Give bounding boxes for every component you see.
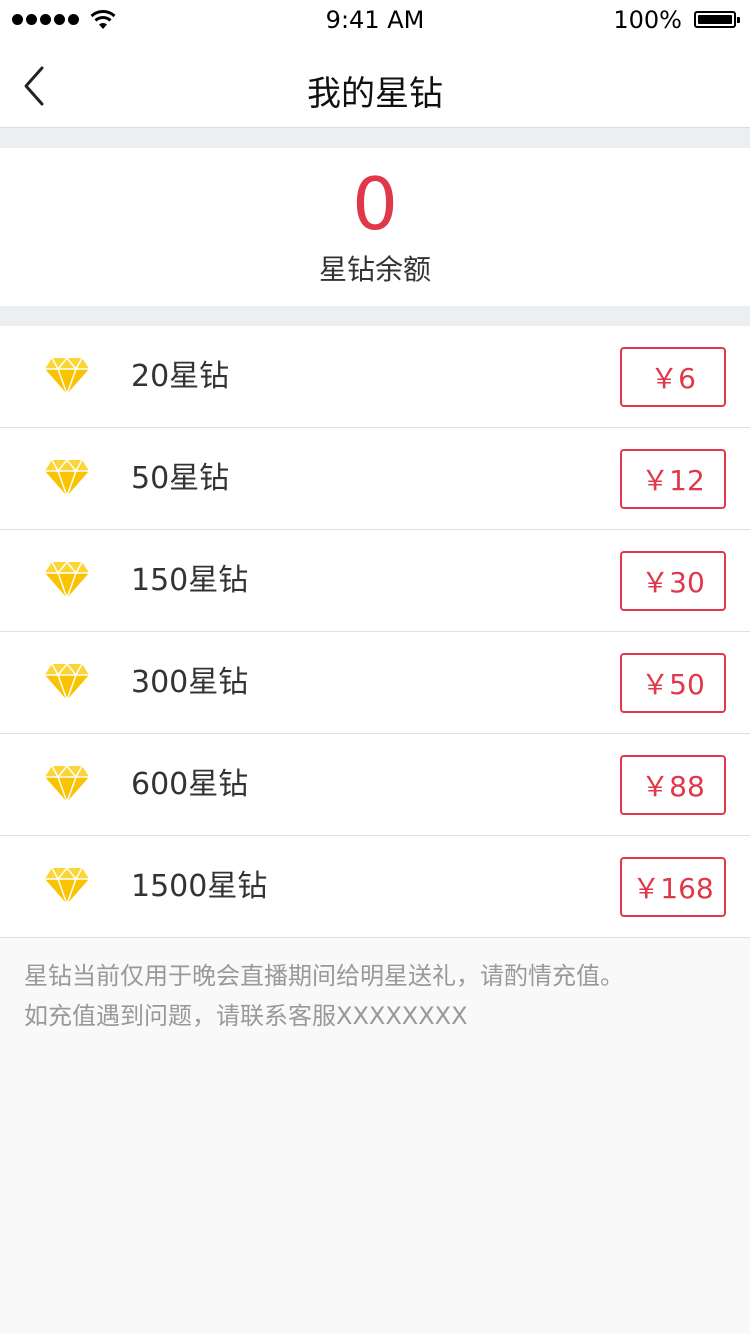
diamond-icon xyxy=(45,561,89,599)
package-row: 1500星钻 ￥168 xyxy=(0,836,750,938)
package-label: 50星钻 xyxy=(131,461,230,496)
price-button[interactable]: ￥30 xyxy=(620,551,726,611)
package-row: 20星钻 ￥6 xyxy=(0,326,750,428)
package-list: 20星钻 ￥6 50星钻 ￥12 150星钻 ￥30 300星钻 ￥50 600… xyxy=(0,326,750,938)
diamond-icon xyxy=(45,765,89,803)
navigation-bar: 我的星钻 xyxy=(0,40,750,128)
diamond-icon xyxy=(45,357,89,395)
package-row: 50星钻 ￥12 xyxy=(0,428,750,530)
price-button[interactable]: ￥168 xyxy=(620,857,726,917)
battery-percentage: 100% xyxy=(613,6,682,34)
diamond-icon xyxy=(45,459,89,497)
package-label: 1500星钻 xyxy=(131,869,268,904)
section-divider xyxy=(0,306,750,326)
balance-value: 0 xyxy=(352,162,398,246)
battery-icon xyxy=(694,11,740,28)
package-label: 150星钻 xyxy=(131,563,249,598)
recharge-notes: 星钻当前仅用于晚会直播期间给明星送礼，请酌情充值。 如充值遇到问题，请联系客服X… xyxy=(24,956,724,1036)
package-row: 300星钻 ￥50 xyxy=(0,632,750,734)
section-divider xyxy=(0,128,750,148)
package-label: 300星钻 xyxy=(131,665,249,700)
package-label: 20星钻 xyxy=(131,359,230,394)
note-line: 星钻当前仅用于晚会直播期间给明星送礼，请酌情充值。 xyxy=(24,962,624,990)
price-button[interactable]: ￥88 xyxy=(620,755,726,815)
package-row: 150星钻 ￥30 xyxy=(0,530,750,632)
package-label: 600星钻 xyxy=(131,767,249,802)
price-button[interactable]: ￥50 xyxy=(620,653,726,713)
note-line: 如充值遇到问题，请联系客服XXXXXXXX xyxy=(24,1002,468,1030)
diamond-icon xyxy=(45,663,89,701)
balance-card: 0 星钻余额 xyxy=(0,148,750,306)
balance-label: 星钻余额 xyxy=(318,253,431,286)
diamond-icon xyxy=(45,867,89,905)
price-button[interactable]: ￥12 xyxy=(620,449,726,509)
status-bar: 9:41 AM 100% xyxy=(0,0,750,40)
package-row: 600星钻 ￥88 xyxy=(0,734,750,836)
price-button[interactable]: ￥6 xyxy=(620,347,726,407)
page-title: 我的星钻 xyxy=(307,74,443,114)
